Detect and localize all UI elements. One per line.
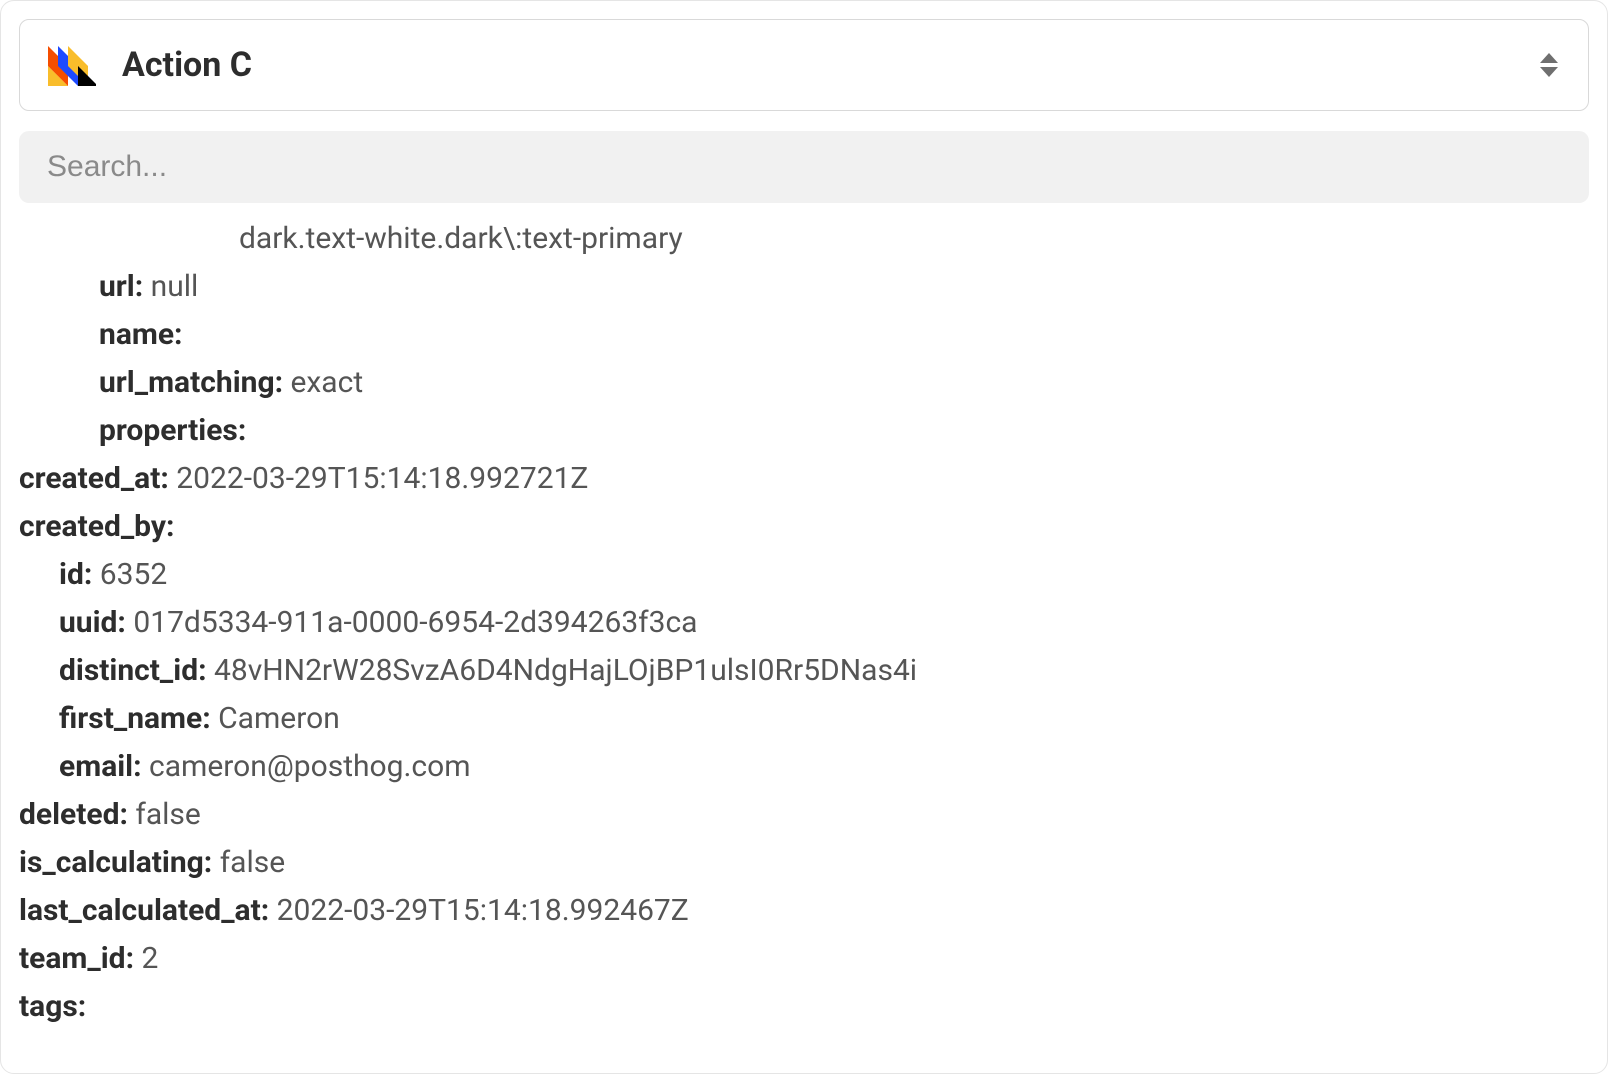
field-created-by-first-name: first_name: Cameron xyxy=(19,695,1589,743)
field-last-calculated-at: last_calculated_at: 2022-03-29T15:14:18.… xyxy=(19,887,1589,935)
posthog-logo-icon xyxy=(48,44,96,86)
field-url: url: null xyxy=(19,263,1589,311)
field-team-id: team_id: 2 xyxy=(19,935,1589,983)
selector-sort-icon xyxy=(1538,50,1560,80)
selector-overflow-text: dark.text-white.dark\:text-primary xyxy=(19,215,1589,263)
field-deleted: deleted: false xyxy=(19,791,1589,839)
field-url-matching: url_matching: exact xyxy=(19,359,1589,407)
search-input[interactable] xyxy=(19,131,1589,203)
field-created-by-id: id: 6352 xyxy=(19,551,1589,599)
field-created-at: created_at: 2022-03-29T15:14:18.992721Z xyxy=(19,455,1589,503)
field-properties: properties: xyxy=(19,407,1589,455)
action-details: dark.text-white.dark\:text-primary url: … xyxy=(19,215,1589,1031)
action-selector-label: Action C xyxy=(122,45,252,85)
field-created-by-uuid: uuid: 017d5334-911a-0000-6954-2d394263f3… xyxy=(19,599,1589,647)
action-selector[interactable]: Action C xyxy=(19,19,1589,111)
field-tags: tags: xyxy=(19,983,1589,1031)
field-is-calculating: is_calculating: false xyxy=(19,839,1589,887)
field-created-by-email: email: cameron@posthog.com xyxy=(19,743,1589,791)
field-created-by-distinct-id: distinct_id: 48vHN2rW28SvzA6D4NdgHajLOjB… xyxy=(19,647,1589,695)
action-detail-panel: Action C dark.text-white.dark\:text-prim… xyxy=(0,0,1608,1074)
field-name: name: xyxy=(19,311,1589,359)
field-created-by: created_by: xyxy=(19,503,1589,551)
